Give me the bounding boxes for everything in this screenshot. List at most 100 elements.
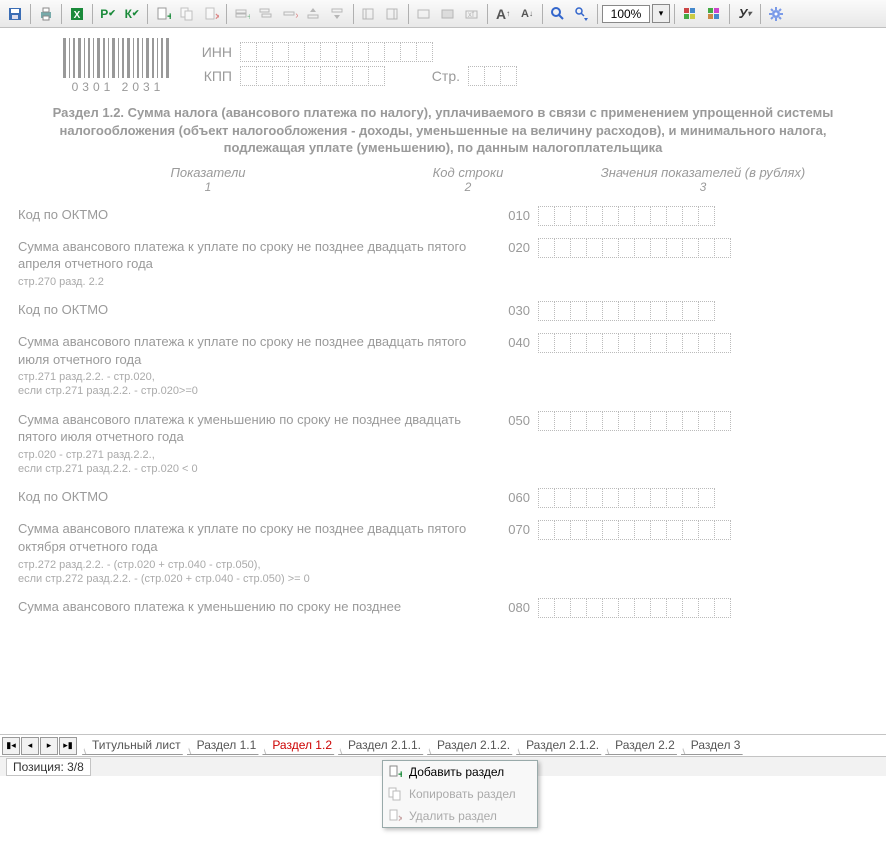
svg-text:+: + <box>167 11 171 22</box>
zoom-control[interactable]: 100% ▾ <box>602 4 670 23</box>
row-code: 080 <box>478 598 538 615</box>
row-value-boxes[interactable] <box>538 520 868 540</box>
tool-a-icon[interactable] <box>358 3 380 25</box>
tab[interactable]: Раздел 3 <box>681 736 749 755</box>
tab[interactable]: Титульный лист <box>82 736 189 755</box>
row-label: Сумма авансового платежа к уменьшению по… <box>18 598 478 616</box>
row-value-boxes[interactable] <box>538 411 868 431</box>
tool-d-icon[interactable] <box>437 3 459 25</box>
document-viewport: 0301 2031 ИНН КПП Стр. Раздел 1.2. Сумма… <box>0 28 886 734</box>
tab[interactable]: Раздел 1.1 <box>187 736 265 755</box>
print-icon[interactable] <box>35 3 57 25</box>
form-row: Код по ОКТМО 010 <box>18 206 868 226</box>
row-up-icon[interactable] <box>303 3 325 25</box>
nav-next-icon[interactable]: ▸ <box>40 737 58 755</box>
check-k-icon[interactable]: К✔ <box>121 3 143 25</box>
nav-first-icon[interactable]: ▮◂ <box>2 737 20 755</box>
ctx-add-section[interactable]: + Добавить раздел <box>383 761 537 783</box>
barcode: 0301 2031 <box>58 38 178 94</box>
page-label: Стр. <box>424 68 460 84</box>
row-code: 030 <box>478 301 538 318</box>
tab-strip: ▮◂ ◂ ▸ ▸▮ Титульный листРаздел 1.1Раздел… <box>0 734 886 756</box>
svg-text:X: X <box>74 10 81 21</box>
delete-section-icon[interactable]: × <box>200 3 222 25</box>
nav-last-icon[interactable]: ▸▮ <box>59 737 77 755</box>
row-code: 060 <box>478 488 538 505</box>
kpp-boxes[interactable] <box>240 66 384 86</box>
toolbar: X Р✔ К✔ + × + × xf A↑ A↓ 100% ▾ У▾ <box>0 0 886 28</box>
copy-icon <box>387 786 403 802</box>
tab[interactable]: Раздел 2.1.2. <box>516 736 607 755</box>
form-row: Сумма авансового платежа к уплате по сро… <box>18 520 868 555</box>
row-down-icon[interactable] <box>327 3 349 25</box>
inn-boxes[interactable] <box>240 42 432 62</box>
column-headers: Показатели1 Код строки2 Значения показат… <box>18 165 868 194</box>
row-label: Код по ОКТМО <box>18 206 478 224</box>
excel-icon[interactable]: X <box>66 3 88 25</box>
row-code: 070 <box>478 520 538 537</box>
row-code: 010 <box>478 206 538 223</box>
tool-e-icon[interactable]: xf <box>461 3 483 25</box>
u-tool-icon[interactable]: У▾ <box>734 3 756 25</box>
row-label: Сумма авансового платежа к уменьшению по… <box>18 411 478 446</box>
font-dec-icon[interactable]: A↓ <box>516 3 538 25</box>
plus-icon: + <box>387 764 403 780</box>
page-boxes[interactable] <box>468 66 516 86</box>
svg-text:+: + <box>398 769 402 779</box>
document-scroll[interactable]: 0301 2031 ИНН КПП Стр. Раздел 1.2. Сумма… <box>0 28 886 734</box>
row-value-boxes[interactable] <box>538 488 868 508</box>
recalc-p-icon[interactable]: Р✔ <box>97 3 119 25</box>
zoom-value[interactable]: 100% <box>602 5 650 23</box>
settings-icon[interactable] <box>765 3 787 25</box>
row-label: Код по ОКТМО <box>18 488 478 506</box>
context-menu: + Добавить раздел Копировать раздел × Уд… <box>382 760 538 828</box>
tab[interactable]: Раздел 1.2 <box>262 736 340 755</box>
save-icon[interactable] <box>4 3 26 25</box>
palette-1-icon[interactable] <box>679 3 701 25</box>
row-value-boxes[interactable] <box>538 206 868 226</box>
row-label: Сумма авансового платежа к уплате по сро… <box>18 238 478 273</box>
form-row: Сумма авансового платежа к уменьшению по… <box>18 598 868 618</box>
form-row: Сумма авансового платежа к уплате по сро… <box>18 238 868 273</box>
status-position: Позиция: 3/8 <box>6 758 91 776</box>
row-value-boxes[interactable] <box>538 301 868 321</box>
row-value-boxes[interactable] <box>538 598 868 618</box>
row-value-boxes[interactable] <box>538 238 868 258</box>
ctx-delete-section: × Удалить раздел <box>383 805 537 827</box>
delete-icon: × <box>387 808 403 824</box>
font-inc-icon[interactable]: A↑ <box>492 3 514 25</box>
form-row: Сумма авансового платежа к уменьшению по… <box>18 411 868 446</box>
zoom-dropdown-icon[interactable]: ▾ <box>652 4 670 23</box>
delete-row-icon[interactable]: × <box>279 3 301 25</box>
inn-label: ИНН <box>186 44 232 60</box>
palette-2-icon[interactable] <box>703 3 725 25</box>
row-label: Код по ОКТМО <box>18 301 478 319</box>
copy-row-icon[interactable] <box>255 3 277 25</box>
form-row: Код по ОКТМО 060 <box>18 488 868 508</box>
tab[interactable]: Раздел 2.1.2. <box>427 736 518 755</box>
search-next-icon[interactable] <box>571 3 593 25</box>
tool-c-icon[interactable] <box>413 3 435 25</box>
section-title: Раздел 1.2. Сумма налога (авансового пла… <box>18 104 868 157</box>
svg-text:×: × <box>215 11 219 22</box>
row-code: 020 <box>478 238 538 255</box>
form-row: Код по ОКТМО 030 <box>18 301 868 321</box>
tabs: Титульный листРаздел 1.1Раздел 1.2Раздел… <box>82 736 746 755</box>
form-row: Сумма авансового платежа к уплате по сро… <box>18 333 868 368</box>
nav-prev-icon[interactable]: ◂ <box>21 737 39 755</box>
row-note: стр.271 разд.2.2. - стр.020, если стр.27… <box>18 370 868 399</box>
add-section-icon[interactable]: + <box>152 3 174 25</box>
tool-b-icon[interactable] <box>382 3 404 25</box>
add-row-icon[interactable]: + <box>231 3 253 25</box>
row-note: стр.020 - стр.271 разд.2.2., если стр.27… <box>18 448 868 477</box>
row-code: 040 <box>478 333 538 350</box>
copy-section-icon[interactable] <box>176 3 198 25</box>
row-label: Сумма авансового платежа к уплате по сро… <box>18 520 478 555</box>
svg-text:×: × <box>398 813 402 823</box>
tab[interactable]: Раздел 2.1.1. <box>338 736 429 755</box>
search-icon[interactable] <box>547 3 569 25</box>
tab[interactable]: Раздел 2.2 <box>605 736 683 755</box>
kpp-label: КПП <box>186 68 232 84</box>
row-label: Сумма авансового платежа к уплате по сро… <box>18 333 478 368</box>
row-value-boxes[interactable] <box>538 333 868 353</box>
